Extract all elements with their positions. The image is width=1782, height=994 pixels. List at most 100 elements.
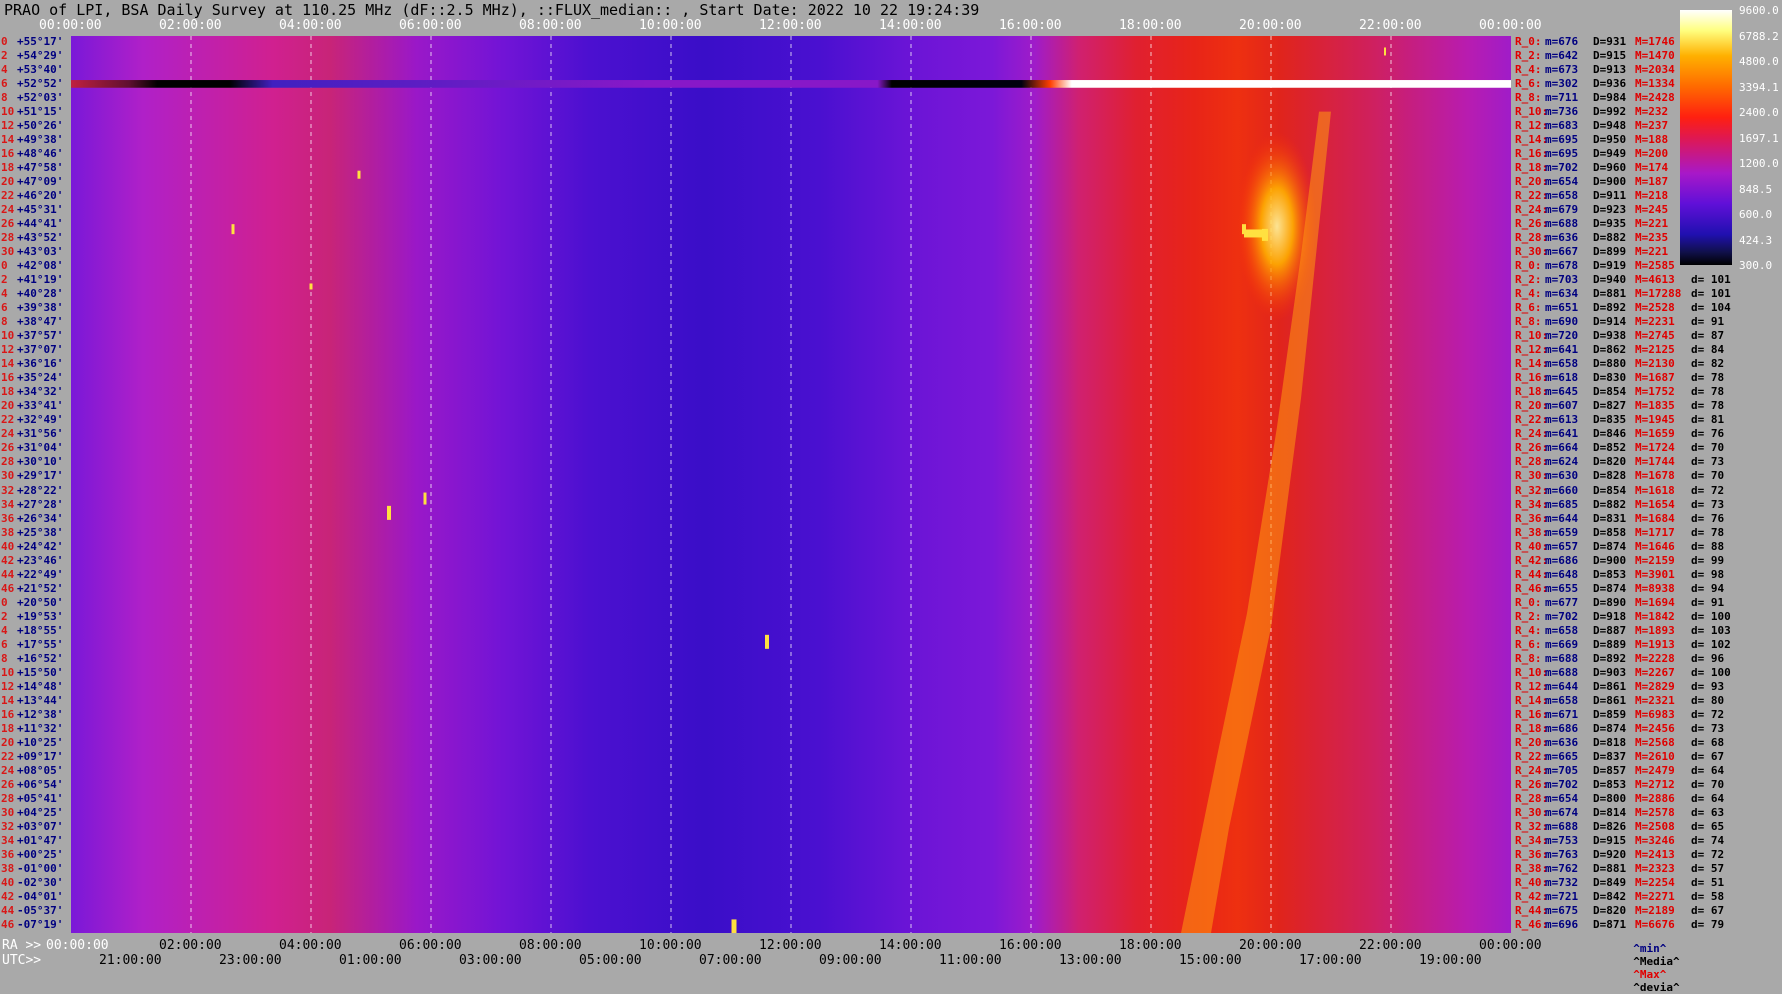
stat-D: D=938 [1593,329,1627,343]
stats-row: R_32:m=688 D=826 M=2508 d= 65 [1515,820,1735,833]
top-ra-tick: 04:00:00 [279,18,342,33]
stats-row: R_4: m=658 D=887 M=1893 d= 103 [1515,624,1735,637]
stats-row: R_24:m=705 D=857 M=2479 d= 64 [1515,764,1735,777]
declination-value: +08°05' [17,763,64,777]
stat-r: R_16: [1515,707,1549,721]
stats-row: R_40:m=732 D=849 M=2254 d= 51 [1515,876,1735,889]
stats-row: R_10:m=688 D=903 M=2267 d= 100 [1515,666,1735,679]
stat-m: m=685 [1545,497,1579,511]
declination-index: 30 [1,805,15,819]
stat-M: M=2585 [1635,259,1675,273]
stats-row: R_20:m=636 D=818 M=2568 d= 68 [1515,736,1735,749]
stat-d: d= 72 [1691,847,1725,861]
stat-D: D=936 [1593,77,1627,91]
stat-D: D=903 [1593,665,1627,679]
declination-label: 26 +06°54' [1,778,63,791]
declination-index: 38 [1,861,15,875]
stat-r: R_40: [1515,539,1549,553]
stat-d: d= 96 [1691,651,1725,665]
stat-m: m=674 [1545,805,1579,819]
stat-M: M=2231 [1635,315,1675,329]
stat-d: d= 67 [1691,749,1725,763]
stat-D: D=854 [1593,385,1627,399]
stats-row: R_14:m=658 D=880 M=2130 d= 82 [1515,357,1735,370]
declination-value: +41°19' [17,273,64,287]
declination-index: 18 [1,385,15,399]
stat-D: D=826 [1593,819,1627,833]
stat-m: m=683 [1545,119,1579,133]
chart-title: PRAO of LPI, BSA Daily Survey at 110.25 … [4,1,980,19]
declination-value: +31°56' [17,427,64,441]
stat-M: M=3246 [1635,833,1675,847]
stat-D: D=827 [1593,399,1627,413]
stats-row: R_28:m=636 D=882 M=235 [1515,231,1735,244]
declination-index: 12 [1,343,15,357]
stat-m: m=688 [1545,819,1579,833]
stat-m: m=607 [1545,399,1579,413]
declination-value: +30°10' [17,455,64,469]
declination-index: 0 [1,35,8,48]
stat-m: m=624 [1545,455,1579,469]
stats-row: R_10:m=720 D=938 M=2745 d= 87 [1515,329,1735,342]
stat-r: R_36: [1515,847,1549,861]
stat-m: m=630 [1545,469,1579,483]
stat-d: d= 99 [1691,553,1725,567]
declination-value: +16°52' [17,651,64,665]
declination-value: +12°38' [17,707,64,721]
declination-label: 12 +14°48' [1,680,63,693]
stat-D: D=890 [1593,595,1627,609]
stat-m: m=705 [1545,763,1579,777]
stats-row: R_12:m=644 D=861 M=2829 d= 93 [1515,680,1735,693]
stat-r: R_4: [1515,287,1542,301]
declination-index: 22 [1,189,15,203]
stat-D: D=882 [1593,497,1627,511]
top-ra-tick: 12:00:00 [759,18,822,33]
stat-r: R_12: [1515,343,1549,357]
stat-m: m=686 [1545,721,1579,735]
stats-row: R_44:m=648 D=853 M=3901 d= 98 [1515,568,1735,581]
point-source [387,505,391,520]
stat-m: m=657 [1545,539,1579,553]
declination-label: 24 +45°31' [1,203,63,216]
declination-index: 18 [1,721,15,735]
stat-D: D=914 [1593,315,1627,329]
legend-max: ^Max^ [1633,968,1667,981]
point-source [1242,224,1246,235]
declination-label: 20 +33°41' [1,399,63,412]
stat-d: d= 91 [1691,595,1725,609]
stat-r: R_0: [1515,595,1542,609]
stat-m: m=679 [1545,203,1579,217]
legend-devia: ^devia^ [1633,981,1680,994]
stat-d: d= 79 [1691,917,1725,931]
stat-M: M=2886 [1635,791,1675,805]
declination-value: +34°32' [17,385,64,399]
stat-m: m=686 [1545,553,1579,567]
stat-D: D=842 [1593,889,1627,903]
declination-index: 14 [1,357,15,371]
stat-d: d= 72 [1691,707,1725,721]
stat-r: R_22: [1515,749,1549,763]
stat-M: M=2130 [1635,357,1675,371]
stat-D: D=935 [1593,217,1627,231]
declination-value: +47°09' [17,175,64,189]
stats-row: R_44:m=675 D=820 M=2189 d= 67 [1515,904,1735,917]
stat-D: D=931 [1593,35,1627,48]
declination-value: +21°52' [17,581,64,595]
stats-row: R_16:m=695 D=949 M=200 [1515,147,1735,160]
stat-r: R_36: [1515,511,1549,525]
declination-index: 8 [1,91,8,105]
stat-d: d= 100 [1691,665,1731,679]
declination-index: 46 [1,917,15,931]
declination-index: 16 [1,147,15,161]
stat-r: R_32: [1515,483,1549,497]
stat-r: R_2: [1515,273,1542,287]
declination-label: 20 +10°25' [1,736,63,749]
stat-d: d= 64 [1691,763,1725,777]
stat-m: m=665 [1545,749,1579,763]
utc-axis-label: UTC>> [2,953,42,968]
stat-d: d= 57 [1691,861,1725,875]
declination-value: +17°55' [17,637,64,651]
stat-m: m=676 [1545,35,1579,48]
stat-m: m=658 [1545,693,1579,707]
stat-r: R_4: [1515,63,1542,77]
